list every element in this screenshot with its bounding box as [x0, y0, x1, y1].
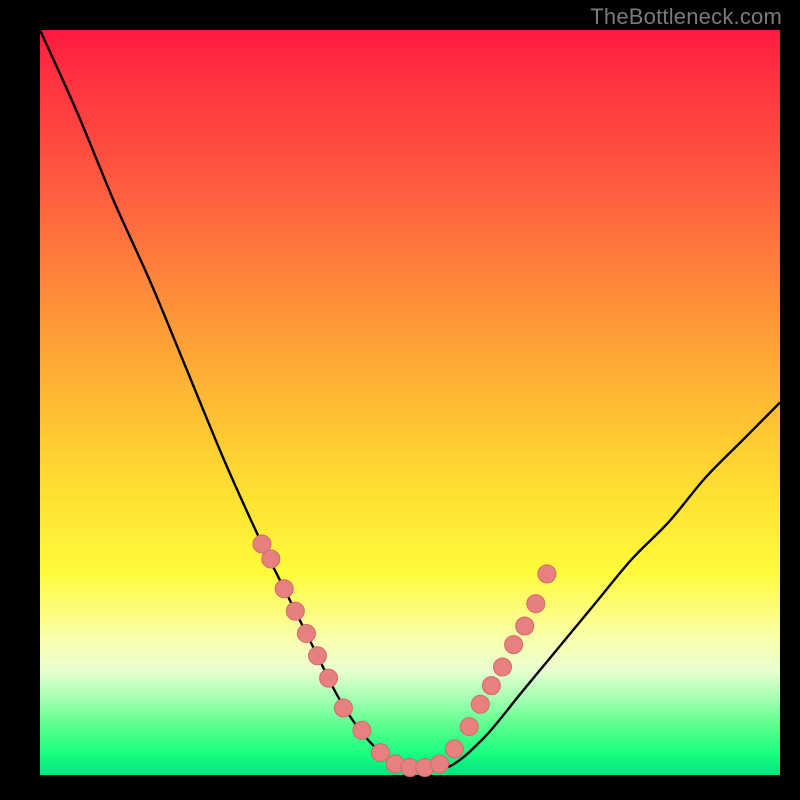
curve-path	[40, 30, 780, 770]
data-marker	[505, 636, 523, 654]
chart-frame: TheBottleneck.com	[0, 0, 800, 800]
watermark-label: TheBottleneck.com	[590, 4, 782, 30]
data-marker	[431, 755, 449, 773]
data-marker	[309, 647, 327, 665]
data-marker	[334, 699, 352, 717]
data-marker	[527, 595, 545, 613]
marker-group	[253, 535, 556, 777]
data-marker	[286, 602, 304, 620]
data-marker	[353, 721, 371, 739]
data-marker	[320, 669, 338, 687]
data-marker	[297, 624, 315, 642]
bottleneck-curve	[40, 30, 780, 775]
data-marker	[371, 744, 389, 762]
data-marker	[482, 677, 500, 695]
data-marker	[275, 580, 293, 598]
data-marker	[471, 695, 489, 713]
data-marker	[516, 617, 534, 635]
plot-area	[40, 30, 780, 775]
data-marker	[494, 658, 512, 676]
data-marker	[460, 718, 478, 736]
data-marker	[262, 550, 280, 568]
data-marker	[538, 565, 556, 583]
data-marker	[445, 740, 463, 758]
